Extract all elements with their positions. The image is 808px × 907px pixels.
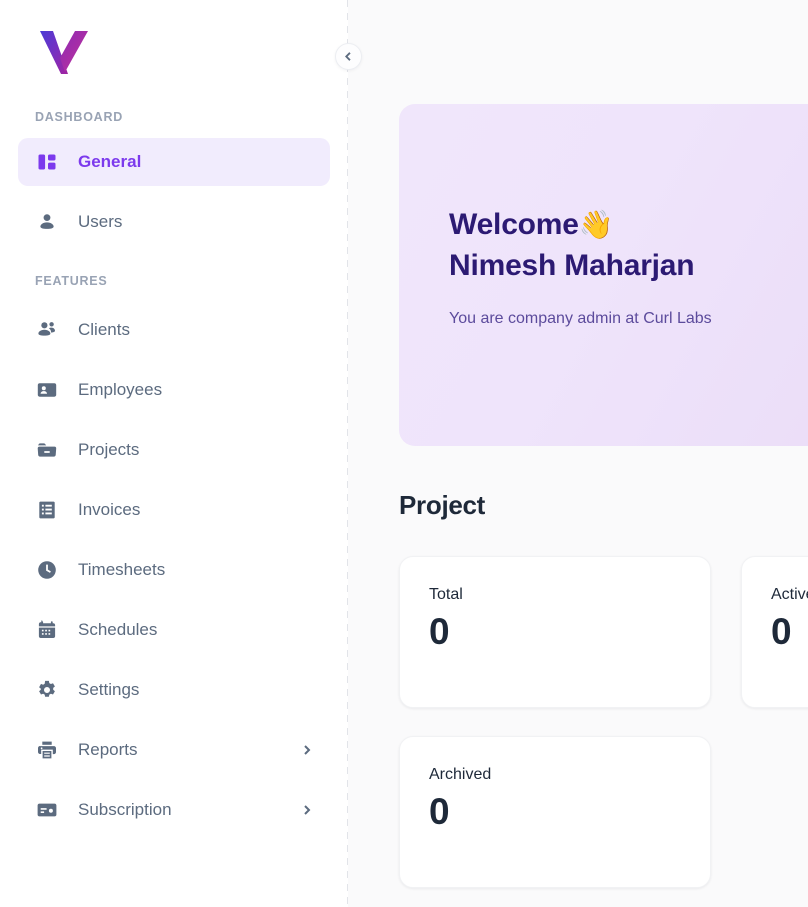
sidebar-item-schedules[interactable]: Schedules (18, 606, 330, 654)
sidebar-item-label: Invoices (78, 500, 141, 519)
sidebar-item-clients[interactable]: Clients (18, 306, 330, 354)
welcome-card: Welcome👋 Nimesh Maharjan You are company… (399, 104, 808, 446)
welcome-subtitle: You are company admin at Curl Labs (449, 310, 712, 327)
gear-icon (35, 678, 59, 702)
stat-value: 0 (429, 611, 450, 652)
sidebar-item-label: Users (78, 212, 123, 231)
stat-value: 0 (771, 611, 792, 652)
sidebar-nav-features: Clients Employees Projects Invoices Time… (0, 306, 348, 834)
sidebar-item-general[interactable]: General (18, 138, 330, 186)
sidebar-item-subscription[interactable]: Subscription (18, 786, 330, 834)
stat-card-total[interactable]: Total 0 (399, 556, 711, 708)
sidebar-collapse-button[interactable] (335, 43, 362, 70)
sidebar-item-label: Employees (78, 380, 163, 399)
sidebar-item-timesheets[interactable]: Timesheets (18, 546, 330, 594)
sidebar-item-label: General (78, 152, 142, 171)
sidebar: DASHBOARD General Users FEATURES Clients… (0, 0, 348, 907)
sidebar-item-label: Settings (78, 680, 140, 699)
credit-card-icon (35, 798, 59, 822)
sidebar-item-reports[interactable]: Reports (18, 726, 330, 774)
invoice-list-icon (35, 498, 59, 522)
sidebar-item-label: Clients (78, 320, 130, 339)
v-logo-icon (40, 31, 88, 74)
sidebar-item-label: Subscription (78, 800, 172, 819)
welcome-heading: Welcome👋 Nimesh Maharjan (449, 204, 808, 286)
sidebar-item-label: Timesheets (78, 560, 166, 579)
logo-container[interactable] (0, 0, 348, 104)
sidebar-item-invoices[interactable]: Invoices (18, 486, 330, 534)
sidebar-item-label: Reports (78, 740, 138, 759)
dashboard-grid-icon (35, 150, 59, 174)
project-section-heading: Project (399, 490, 486, 520)
chevron-right-icon[interactable] (300, 743, 314, 757)
sidebar-item-label: Schedules (78, 620, 158, 639)
chevron-left-icon (345, 52, 351, 61)
app-root: DASHBOARD General Users FEATURES Clients… (0, 0, 808, 907)
stat-label: Archived (429, 766, 492, 783)
welcome-user-name: Nimesh Maharjan (449, 249, 695, 282)
project-stat-row-primary: Total 0 Active 0 (399, 556, 808, 708)
sidebar-section-label-dashboard: DASHBOARD (35, 110, 123, 124)
sidebar-section-label-features: FEATURES (35, 274, 108, 288)
printer-icon (35, 738, 59, 762)
calendar-icon (35, 618, 59, 642)
id-badge-icon (35, 378, 59, 402)
main-content: Welcome👋 Nimesh Maharjan You are company… (348, 0, 808, 907)
stat-card-archived[interactable]: Archived 0 (399, 736, 711, 888)
clock-icon (35, 558, 59, 582)
sidebar-item-projects[interactable]: Projects (18, 426, 330, 474)
chevron-right-icon[interactable] (300, 803, 314, 817)
waving-hand-icon: 👋 (578, 209, 614, 240)
sidebar-item-users[interactable]: Users (18, 198, 330, 246)
project-stat-row-secondary: Archived 0 (399, 736, 808, 888)
users-group-icon (35, 318, 59, 342)
welcome-greeting: Welcome (449, 208, 579, 241)
stat-card-active[interactable]: Active 0 (741, 556, 808, 708)
user-icon (35, 210, 59, 234)
sidebar-item-label: Projects (78, 440, 140, 459)
stat-label: Total (429, 586, 463, 603)
sidebar-item-employees[interactable]: Employees (18, 366, 330, 414)
stat-value: 0 (429, 791, 450, 832)
stat-label: Active (771, 586, 808, 603)
sidebar-item-settings[interactable]: Settings (18, 666, 330, 714)
sidebar-nav-dashboard: General Users (0, 138, 348, 246)
folder-icon (35, 438, 59, 462)
